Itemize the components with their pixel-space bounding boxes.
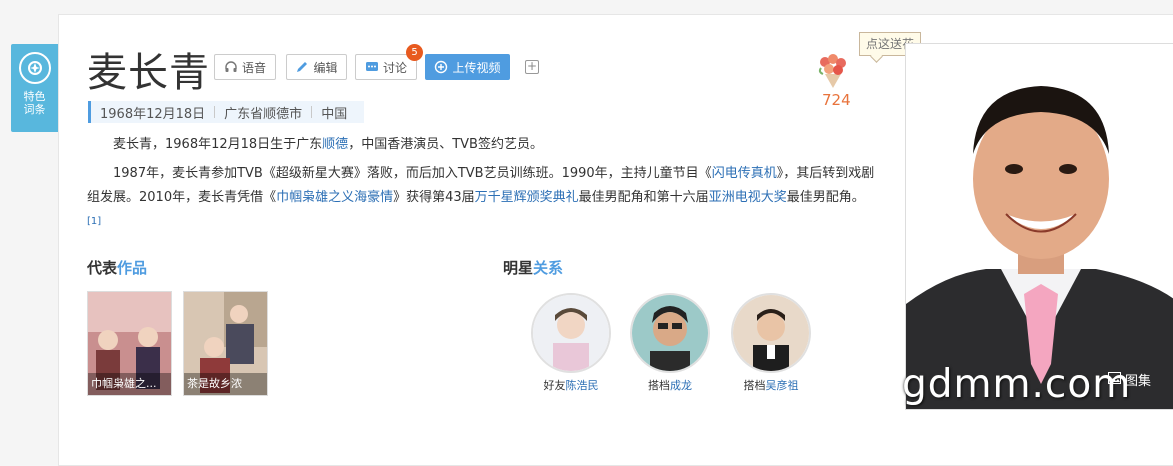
- relation-item[interactable]: 搭档吴彦祖: [731, 293, 811, 393]
- reference-mark[interactable]: [1]: [87, 216, 101, 227]
- relation-label: 搭档成龙: [630, 377, 710, 393]
- works-section-title: 代表作品: [87, 257, 147, 278]
- avatar: [531, 293, 611, 373]
- page-title: 麦长青: [87, 50, 210, 96]
- work-item[interactable]: 巾帼枭雄之...: [87, 291, 172, 396]
- watermark: gdmm.com: [902, 362, 1132, 407]
- upload-video-button[interactable]: 上传视频: [425, 54, 510, 80]
- avatar: [630, 293, 710, 373]
- intro-paragraph-2: 1987年，麦长青参加TVB《超级新星大赛》落败，而后加入TVB艺员训练班。19…: [87, 162, 882, 238]
- relation-type: 好友: [543, 379, 566, 392]
- link-award-asian[interactable]: 亚洲电视大奖: [709, 190, 787, 205]
- relation-name[interactable]: 陈浩民: [566, 379, 599, 392]
- pencil-icon: [295, 60, 309, 74]
- relation-name[interactable]: 吴彦祖: [766, 379, 799, 392]
- chat-icon: [365, 60, 379, 74]
- edit-button[interactable]: 编辑: [286, 54, 347, 80]
- works-title-a: 代表: [87, 259, 118, 277]
- plus-circle-icon: [434, 60, 448, 74]
- work-item[interactable]: 茶是故乡浓: [183, 291, 268, 396]
- relations-title-b: 关系: [533, 259, 564, 277]
- special-entry-badge[interactable]: 特色 词条: [11, 44, 58, 132]
- relations-title-a: 明星: [503, 259, 534, 277]
- link-shunde[interactable]: 顺德: [322, 137, 348, 152]
- works-title-b: 作品: [117, 259, 148, 277]
- add-icon[interactable]: +: [525, 60, 539, 74]
- relation-label: 好友陈浩民: [531, 377, 611, 393]
- discuss-count-badge: 5: [406, 44, 423, 61]
- headphones-icon: [224, 60, 238, 74]
- work-caption: 巾帼枭雄之...: [88, 373, 171, 395]
- special-entry-icon: [18, 52, 51, 84]
- relations-section-title: 明星关系: [503, 257, 563, 278]
- flower-icon[interactable]: [815, 52, 851, 94]
- album-link[interactable]: 图集: [1108, 370, 1151, 389]
- intro-text: 》获得第43届: [393, 190, 475, 205]
- relation-type: 搭档: [648, 379, 670, 392]
- birth-place: 广东省顺德市: [224, 106, 303, 122]
- intro-text: 最佳男配角和第十六届: [578, 190, 709, 205]
- link-drama[interactable]: 巾帼枭雄之义海豪情: [276, 190, 393, 205]
- relation-label: 搭档吴彦祖: [731, 377, 811, 393]
- birth-date: 1968年12月18日: [100, 106, 206, 122]
- portrait-image: [906, 44, 1173, 409]
- upload-label: 上传视频: [452, 60, 501, 75]
- voice-label: 语音: [241, 60, 266, 75]
- relation-type: 搭档: [743, 379, 766, 392]
- basic-info-bar: 1968年12月18日 广东省顺德市 中国: [88, 101, 365, 123]
- link-show[interactable]: 闪电传真机: [712, 166, 777, 181]
- discuss-label: 讨论: [382, 60, 407, 75]
- album-icon: [1108, 371, 1121, 388]
- link-award-tvb[interactable]: 万千星辉颁奖典礼: [475, 190, 579, 205]
- avatar: [731, 293, 811, 373]
- album-label: 图集: [1125, 374, 1152, 389]
- intro-text: 麦长青，1968年12月18日生于广东: [113, 137, 323, 152]
- special-label-2: 词条: [23, 103, 46, 116]
- edit-label: 编辑: [313, 60, 338, 75]
- main-photo[interactable]: [905, 43, 1173, 410]
- work-caption: 茶是故乡浓: [184, 373, 267, 395]
- intro-paragraph-1: 麦长青，1968年12月18日生于广东顺德，中国香港演员、TVB签约艺员。: [87, 133, 882, 157]
- flower-count: 724: [822, 91, 851, 109]
- relation-item[interactable]: 搭档成龙: [630, 293, 710, 393]
- intro-text: 最佳男配角。: [786, 190, 865, 205]
- relation-item[interactable]: 好友陈浩民: [531, 293, 611, 393]
- voice-button[interactable]: 语音: [214, 54, 276, 80]
- special-label-1: 特色: [23, 90, 46, 103]
- relation-name[interactable]: 成龙: [670, 379, 692, 392]
- intro-text: ，中国香港演员、TVB签约艺员。: [348, 137, 543, 152]
- intro-text: 1987年，麦长青参加TVB《超级新星大赛》落败，而后加入TVB艺员训练班。19…: [113, 166, 712, 181]
- nationality: 中国: [321, 106, 348, 122]
